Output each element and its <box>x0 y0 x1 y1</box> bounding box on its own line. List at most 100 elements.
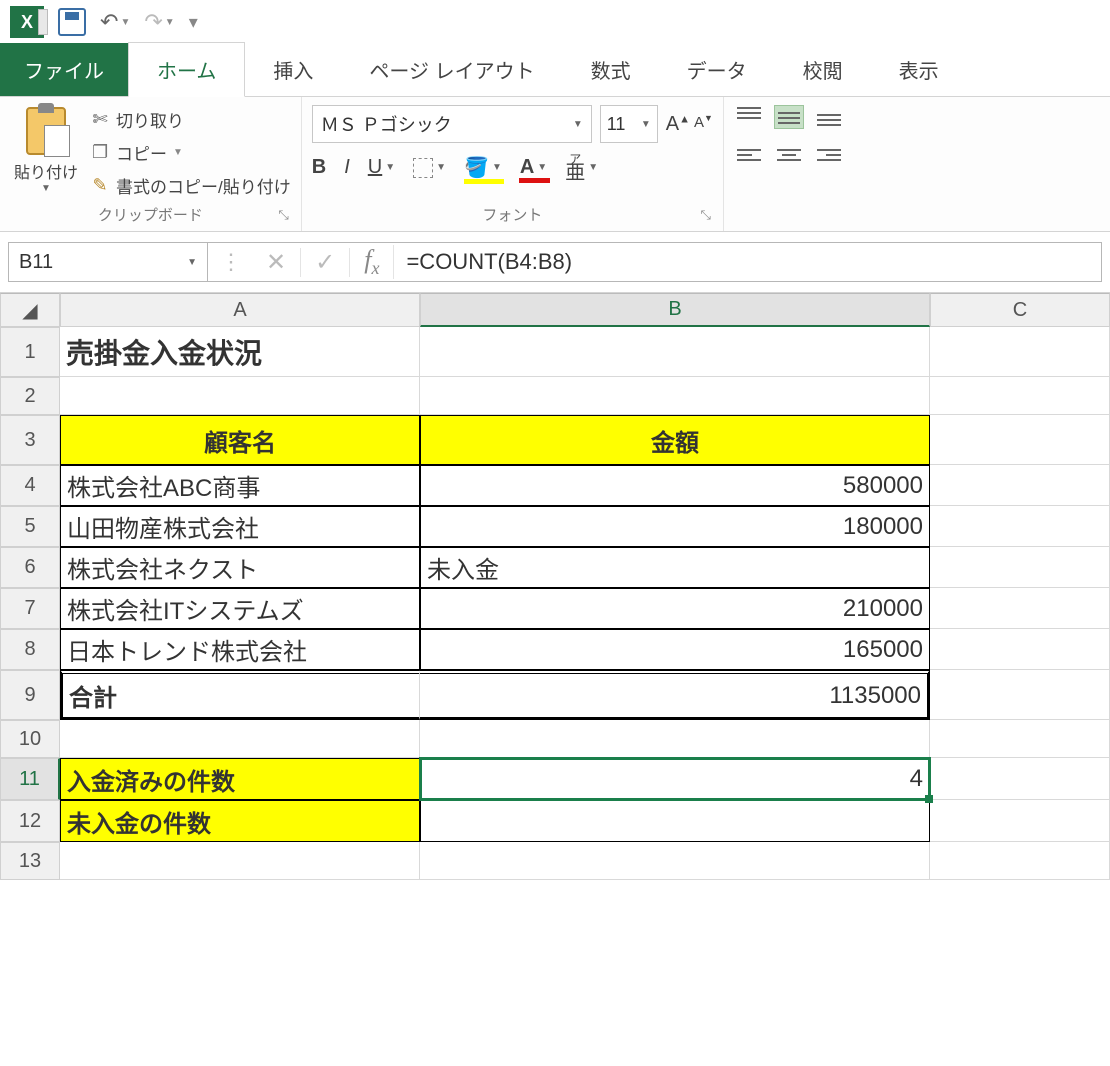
cell-B4[interactable]: 580000 <box>420 465 930 506</box>
align-bottom-button[interactable] <box>814 105 844 129</box>
cell-A4[interactable]: 株式会社ABC商事 <box>60 465 420 506</box>
fx-icon[interactable]: fx <box>350 245 394 279</box>
tab-data[interactable]: データ <box>659 43 775 96</box>
cell-A7[interactable]: 株式会社ITシステムズ <box>60 588 420 629</box>
cell-A13[interactable] <box>60 842 420 880</box>
font-size-select[interactable]: 11 ▼ <box>600 105 658 143</box>
cell-A11[interactable]: 入金済みの件数 <box>60 758 420 800</box>
row-header[interactable]: 6 <box>0 547 60 588</box>
format-painter-button[interactable]: ✎ 書式のコピー/貼り付け <box>90 173 291 198</box>
cell-A12[interactable]: 未入金の件数 <box>60 800 420 842</box>
align-top-button[interactable] <box>734 105 764 129</box>
tab-formulas[interactable]: 数式 <box>563 43 659 96</box>
tab-view[interactable]: 表示 <box>871 43 967 96</box>
fill-color-button[interactable]: 🪣▼ <box>464 155 502 180</box>
name-box[interactable]: B11 ▼ <box>8 242 208 282</box>
cell-C7[interactable] <box>930 588 1110 629</box>
cell-A6[interactable]: 株式会社ネクスト <box>60 547 420 588</box>
decrease-font-button[interactable]: A▼ <box>694 113 713 136</box>
row-header[interactable]: 5 <box>0 506 60 547</box>
border-button[interactable]: ▼ <box>413 158 446 178</box>
cell-A8[interactable]: 日本トレンド株式会社 <box>60 629 420 670</box>
row-header[interactable]: 3 <box>0 415 60 465</box>
tab-insert[interactable]: 挿入 <box>245 43 341 96</box>
align-middle-button[interactable] <box>774 105 804 129</box>
row-header[interactable]: 1 <box>0 327 60 377</box>
cancel-formula-button[interactable]: ✕ <box>252 248 301 277</box>
select-all-corner[interactable]: ◢ <box>0 293 60 327</box>
align-center-button[interactable] <box>774 143 804 167</box>
tab-page-layout[interactable]: ページ レイアウト <box>341 43 562 96</box>
cell-B10[interactable] <box>420 720 930 758</box>
cell-C12[interactable] <box>930 800 1110 842</box>
align-right-button[interactable] <box>814 143 844 167</box>
paste-button[interactable]: 貼り付け ▼ <box>10 105 82 196</box>
row-header[interactable]: 11 <box>0 758 60 800</box>
customize-qat-icon[interactable]: ▾ <box>189 12 198 33</box>
row-header[interactable]: 2 <box>0 377 60 415</box>
font-color-button[interactable]: A▼ <box>520 156 547 179</box>
cell-C1[interactable] <box>930 327 1110 377</box>
cell-C3[interactable] <box>930 415 1110 465</box>
chevron-down-icon[interactable]: ▼ <box>41 183 51 194</box>
tab-home[interactable]: ホーム <box>128 42 245 97</box>
row-header[interactable]: 12 <box>0 800 60 842</box>
col-header-A[interactable]: A <box>60 293 420 327</box>
font-name-select[interactable]: ＭＳ Ｐゴシック ▼ <box>312 105 592 143</box>
accept-formula-button[interactable]: ✓ <box>301 248 350 277</box>
cell-C10[interactable] <box>930 720 1110 758</box>
chevron-down-icon[interactable]: ▼ <box>641 119 651 130</box>
cell-A10[interactable] <box>60 720 420 758</box>
align-left-button[interactable] <box>734 143 764 167</box>
cell-A5[interactable]: 山田物産株式会社 <box>60 506 420 547</box>
chevron-down-icon[interactable]: ▼ <box>173 147 183 158</box>
col-header-C[interactable]: C <box>930 293 1110 327</box>
cell-A3[interactable]: 顧客名 <box>60 415 420 465</box>
cell-A2[interactable] <box>60 377 420 415</box>
cell-B1[interactable] <box>420 327 930 377</box>
row-header[interactable]: 4 <box>0 465 60 506</box>
cell-C6[interactable] <box>930 547 1110 588</box>
chevron-down-icon[interactable]: ▼ <box>573 119 583 130</box>
undo-button[interactable]: ↶▼ <box>100 9 130 35</box>
cut-button[interactable]: ✄ 切り取り <box>90 107 291 132</box>
cell-B8[interactable]: 165000 <box>420 629 930 670</box>
row-header[interactable]: 8 <box>0 629 60 670</box>
tab-review[interactable]: 校閲 <box>775 43 871 96</box>
chevron-down-icon[interactable]: ▼ <box>187 257 197 268</box>
row-header[interactable]: 7 <box>0 588 60 629</box>
phonetic-button[interactable]: ア亜 ▼ <box>565 155 598 181</box>
spreadsheet-grid[interactable]: ◢ A B C 1 売掛金入金状況 2 3 顧客名 金額 4 株式会社ABC商事… <box>0 293 1110 880</box>
save-icon[interactable] <box>58 8 86 36</box>
formula-input[interactable]: =COUNT(B4:B8) <box>394 249 1101 275</box>
cell-C2[interactable] <box>930 377 1110 415</box>
dialog-launcher-icon[interactable]: ⤡ <box>278 207 288 223</box>
row-header[interactable]: 13 <box>0 842 60 880</box>
cell-C11[interactable] <box>930 758 1110 800</box>
bold-button[interactable]: B <box>312 156 326 179</box>
dialog-launcher-icon[interactable]: ⤡ <box>701 207 711 223</box>
cell-C13[interactable] <box>930 842 1110 880</box>
cell-C8[interactable] <box>930 629 1110 670</box>
tab-file[interactable]: ファイル <box>0 43 128 96</box>
increase-font-button[interactable]: A▲ <box>666 113 690 136</box>
cell-A9[interactable]: 合計 <box>60 670 420 720</box>
cell-B6[interactable]: 未入金 <box>420 547 930 588</box>
cell-C9[interactable] <box>930 670 1110 720</box>
cell-C5[interactable] <box>930 506 1110 547</box>
cell-B12[interactable] <box>420 800 930 842</box>
cell-B9[interactable]: 1135000 <box>420 670 930 720</box>
copy-button[interactable]: ❐ コピー ▼ <box>90 140 291 165</box>
cell-B13[interactable] <box>420 842 930 880</box>
cell-C4[interactable] <box>930 465 1110 506</box>
cell-A1[interactable]: 売掛金入金状況 <box>60 327 420 377</box>
cell-B11[interactable]: 4 <box>420 758 930 800</box>
underline-button[interactable]: U▼ <box>368 156 395 179</box>
col-header-B[interactable]: B <box>420 293 930 327</box>
cell-B5[interactable]: 180000 <box>420 506 930 547</box>
cell-B2[interactable] <box>420 377 930 415</box>
row-header[interactable]: 10 <box>0 720 60 758</box>
row-header[interactable]: 9 <box>0 670 60 720</box>
cell-B7[interactable]: 210000 <box>420 588 930 629</box>
cell-B3[interactable]: 金額 <box>420 415 930 465</box>
